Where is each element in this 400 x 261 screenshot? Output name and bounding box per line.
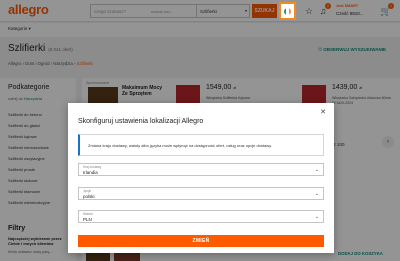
location-flag-button[interactable] [279,2,296,20]
currency-select[interactable]: Waluta PLN ⌄ [78,210,324,223]
field-label: Język [83,189,92,193]
delivery-country-select[interactable]: Kraj dostawy Irlandia ⌄ [78,163,324,176]
language-select[interactable]: Język polski ⌄ [78,187,324,200]
chevron-down-icon: ⌄ [314,214,319,220]
flag-icon [284,8,291,15]
location-settings-dialog: ✕ Skonfiguruj ustawienia lokalizacji All… [68,103,334,253]
close-icon[interactable]: ✕ [320,109,326,116]
chevron-down-icon: ⌄ [314,191,319,197]
info-message: Zmiana kraju dostawy, waluty albo języka… [78,134,324,156]
chevron-down-icon: ⌄ [314,167,319,173]
change-button[interactable]: ZMIEŃ [78,235,324,247]
field-label: Kraj dostawy [83,165,102,169]
field-value: polski [83,194,95,199]
dialog-title: Skonfiguruj ustawienia lokalizacji Alleg… [78,118,204,125]
field-label: Waluta [83,212,93,216]
field-value: PLN [83,217,92,222]
field-value: Irlandia [83,170,98,175]
info-text: Zmiana kraju dostawy, waluty albo języka… [88,143,272,148]
